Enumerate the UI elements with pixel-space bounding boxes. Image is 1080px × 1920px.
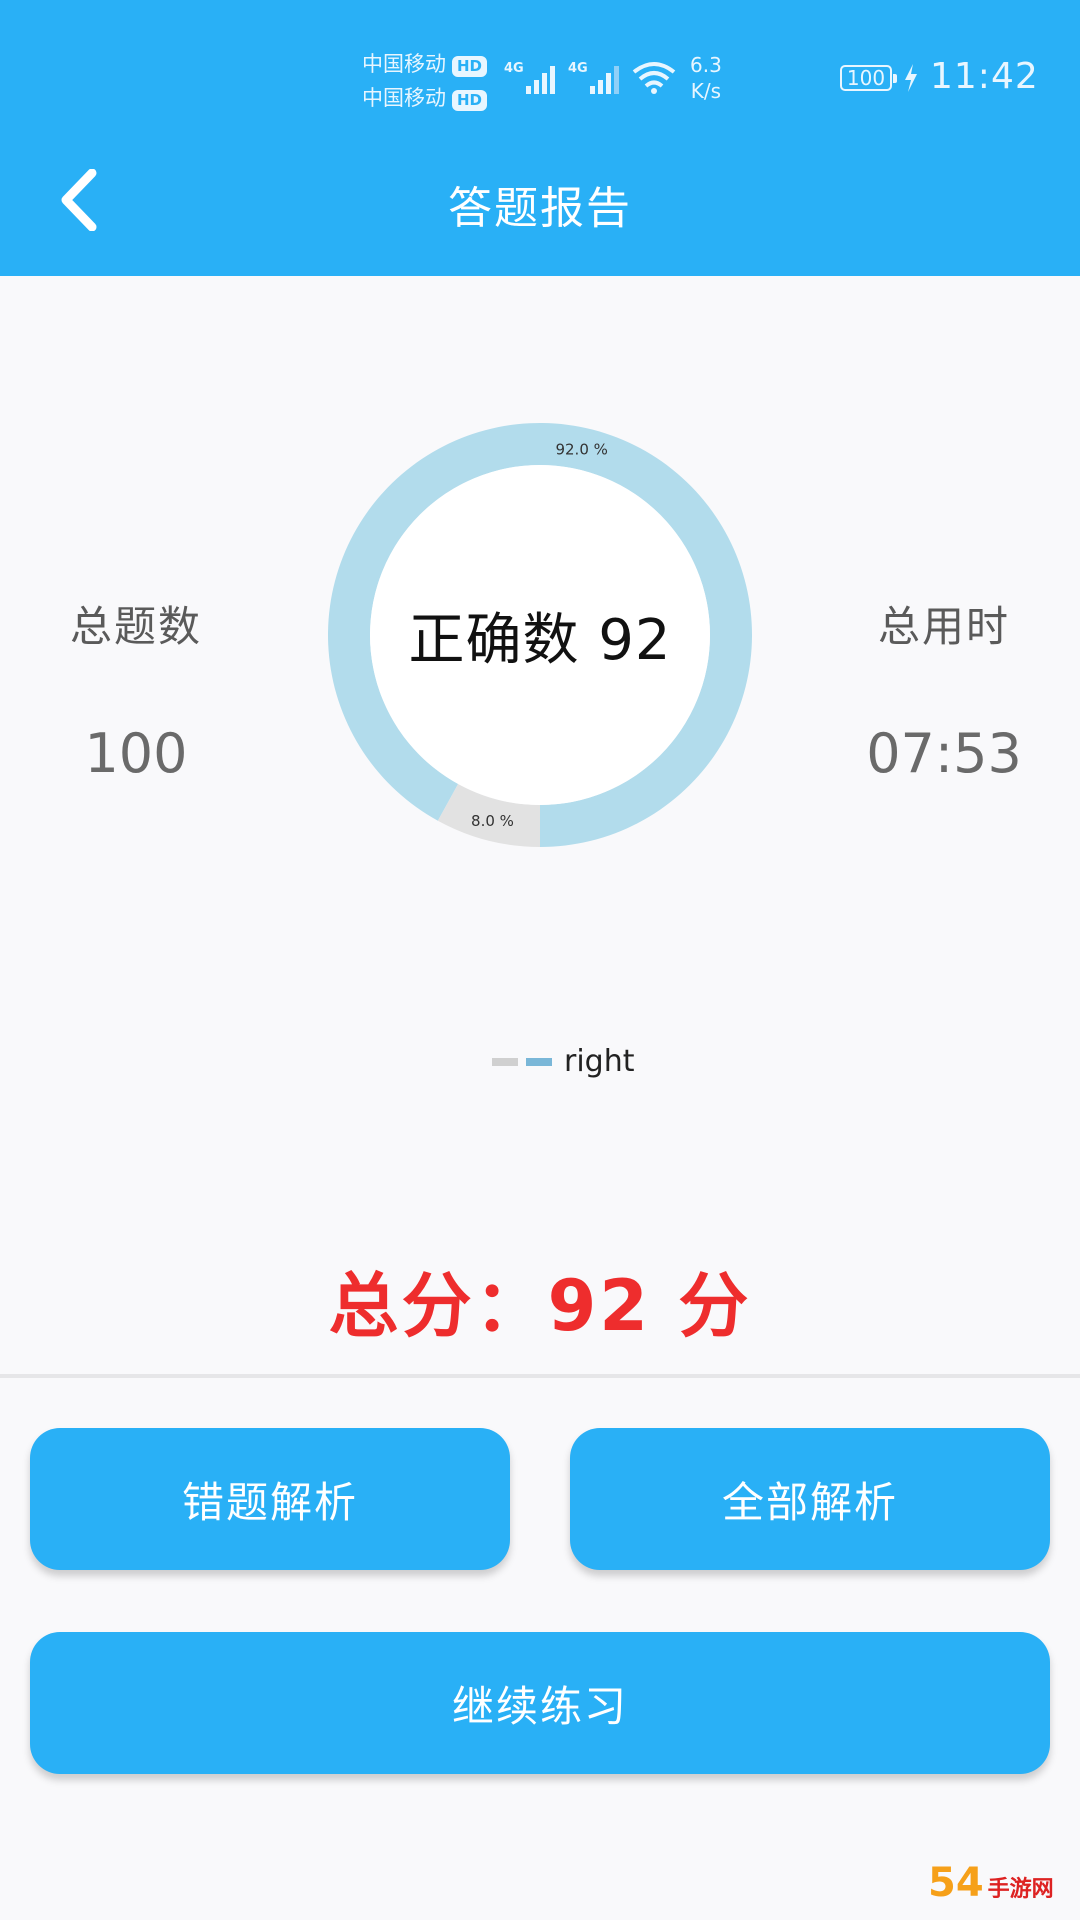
legend-swatch-right <box>526 1057 552 1066</box>
signal-2-icon: 4G <box>568 61 619 94</box>
total-time-value: 07:53 <box>866 722 1022 785</box>
page-title: 答题报告 <box>448 183 632 234</box>
total-score: 总分：92 分 <box>328 1265 752 1347</box>
status-time: 11:42 <box>930 56 1039 97</box>
network-speed: 6.3 K/s <box>690 52 722 104</box>
battery-level: 100 <box>846 66 886 90</box>
wrong-analysis-label: 错题解析 <box>181 1477 358 1527</box>
app-header: 中国移动 HD 中国移动 HD 4G 4G 6.3 K/s 100 11:42 <box>0 0 1080 276</box>
svg-text:4G: 4G <box>504 61 524 76</box>
all-analysis-label: 全部解析 <box>721 1477 898 1527</box>
signal-1-icon: 4G <box>504 61 555 94</box>
carrier-2-label: 中国移动 <box>362 86 446 110</box>
continue-practice-button[interactable]: 继续练习 <box>30 1632 1050 1774</box>
speed-value: 6.3 <box>690 53 722 77</box>
carrier-2: 中国移动 HD <box>362 82 488 112</box>
hd-badge: HD <box>452 56 488 77</box>
all-analysis-button[interactable]: 全部解析 <box>570 1428 1050 1570</box>
total-questions-label: 总题数 <box>69 602 202 651</box>
section-divider <box>0 1374 1080 1378</box>
watermark-sub: 手游网 <box>987 1877 1054 1902</box>
total-time-label: 总用时 <box>877 602 1010 651</box>
charging-bolt-icon <box>905 64 917 92</box>
speed-unit: K/s <box>690 79 722 103</box>
watermark-logo: 54 手游网 <box>928 1860 1054 1906</box>
carrier-1-label: 中国移动 <box>362 52 446 76</box>
legend-label-right: right <box>564 1044 635 1079</box>
wifi-icon <box>632 62 676 94</box>
carrier-1: 中国移动 HD <box>362 48 488 78</box>
chart-legend: right <box>492 1044 635 1079</box>
wrong-analysis-button[interactable]: 错题解析 <box>30 1428 510 1570</box>
result-donut-chart: 92.0 % 8.0 % 正确数 92 <box>325 420 755 850</box>
total-questions-value: 100 <box>84 722 188 785</box>
continue-practice-label: 继续练习 <box>451 1681 628 1731</box>
donut-center-text: 正确数 92 <box>408 607 672 673</box>
watermark-brand: 54 <box>928 1860 984 1906</box>
hd-badge-2: HD <box>452 90 488 111</box>
battery-icon: 100 <box>840 65 897 91</box>
svg-text:4G: 4G <box>568 61 588 76</box>
legend-swatch-wrong <box>492 1057 518 1066</box>
